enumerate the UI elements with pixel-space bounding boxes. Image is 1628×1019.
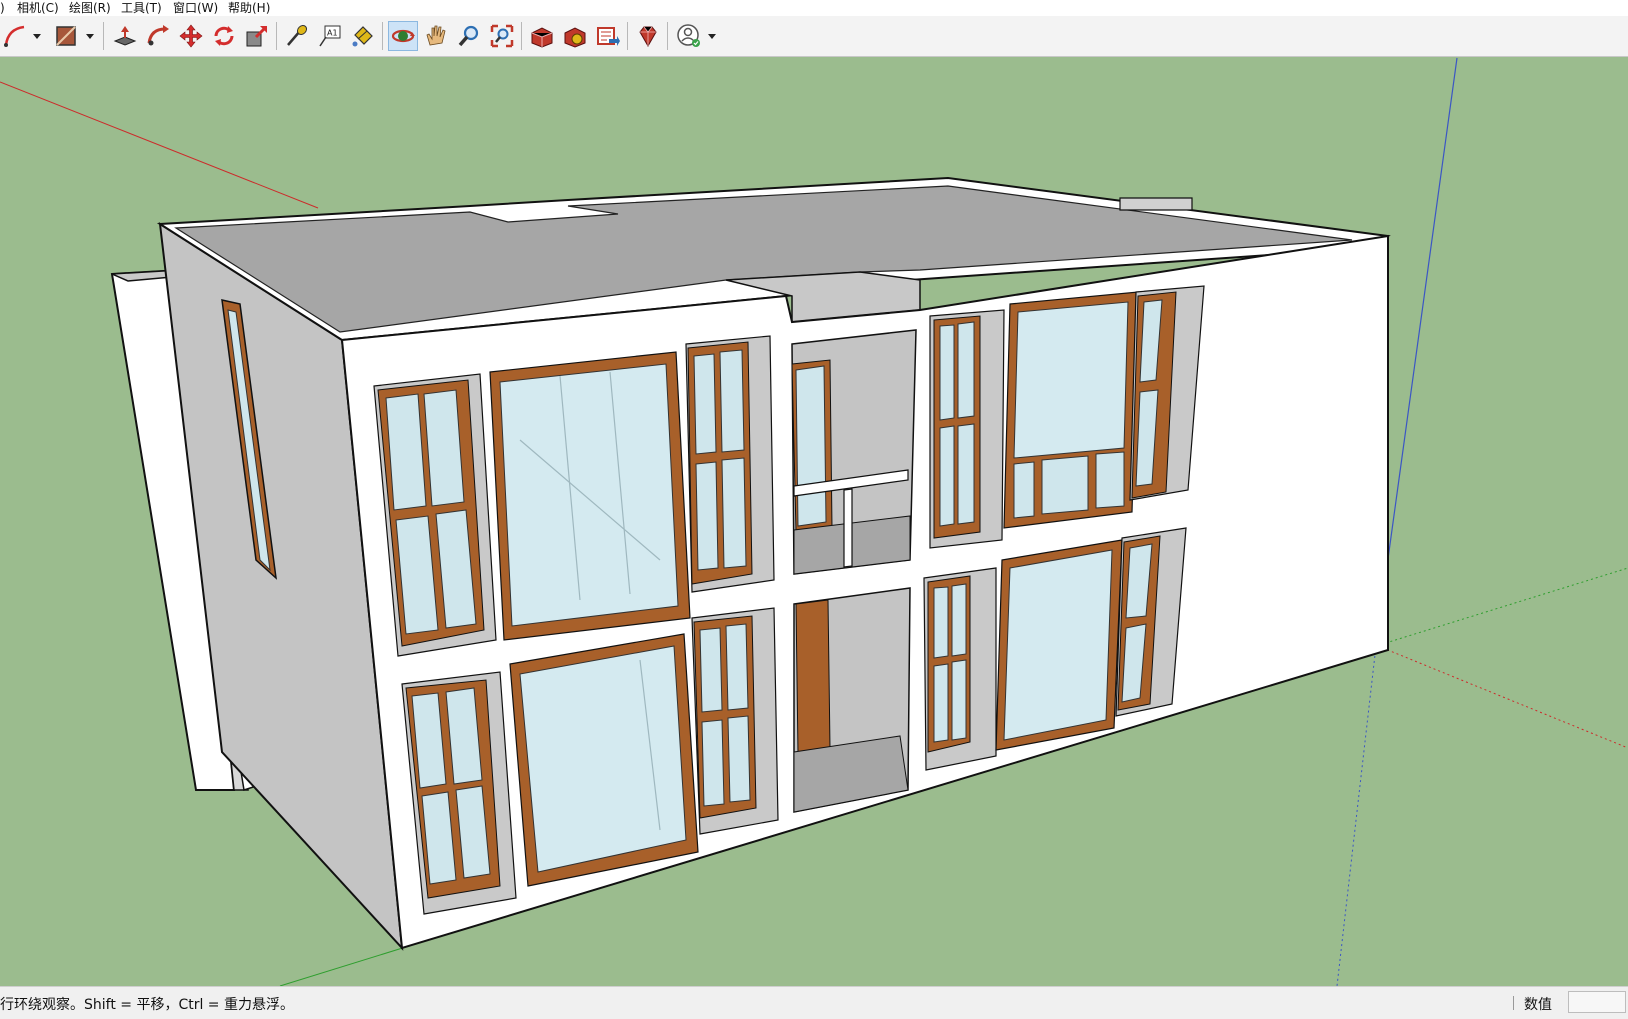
tape-measure-button[interactable]	[282, 21, 312, 51]
orbit-icon	[391, 29, 415, 43]
3d-warehouse-button[interactable]	[527, 21, 557, 51]
menu-bar: ) 相机(C) 绘图(R) 工具(T) 窗口(W) 帮助(H)	[0, 0, 1628, 16]
model-viewport[interactable]	[0, 57, 1628, 986]
follow-me-button[interactable]	[143, 21, 173, 51]
text-tool-glyph: A1	[327, 29, 338, 38]
ruby-console-icon	[639, 26, 657, 48]
lower-window-5	[995, 539, 1123, 751]
upper-window-4	[929, 309, 1005, 549]
lower-window-3	[691, 607, 779, 835]
chevron-down-icon	[33, 34, 41, 39]
paint-bucket-icon	[352, 26, 373, 47]
lower-window-4	[923, 567, 997, 771]
shape-tool-icon	[56, 26, 76, 46]
toolbar-separator	[627, 22, 628, 50]
follow-me-icon	[147, 25, 169, 46]
account-icon	[677, 24, 700, 47]
zoom-tool-button[interactable]	[454, 21, 484, 51]
measurements-label: 数值	[1524, 997, 1552, 1013]
lower-door-opening	[793, 587, 911, 813]
move-icon	[179, 24, 203, 48]
rotate-tool-button[interactable]	[209, 21, 239, 51]
send-to-layout-button[interactable]	[593, 21, 623, 51]
toolbar-separator	[103, 22, 104, 50]
rotate-icon	[214, 26, 234, 46]
arc-tool-button[interactable]	[0, 21, 30, 51]
upper-window-5	[1003, 291, 1139, 529]
text-icon: A1	[319, 25, 341, 47]
main-toolbar: A1	[0, 16, 1628, 57]
menu-window[interactable]: 窗口(W)	[173, 0, 218, 16]
zoom-icon	[458, 25, 479, 47]
upper-window-3	[685, 335, 775, 593]
ruby-console-button[interactable]	[633, 21, 663, 51]
arc-tool-icon	[4, 25, 25, 47]
warehouse-icon	[531, 27, 553, 48]
model-canvas	[0, 57, 1628, 986]
extension-warehouse-icon	[564, 27, 586, 48]
menu-help[interactable]: 帮助(H)	[228, 0, 270, 16]
toolbar-separator	[667, 22, 668, 50]
pan-tool-button[interactable]	[421, 21, 451, 51]
menu-draw[interactable]: 绘图(R)	[69, 0, 111, 16]
arc-tool-dropdown[interactable]	[31, 28, 43, 44]
paint-bucket-button[interactable]	[348, 21, 378, 51]
move-tool-button[interactable]	[176, 21, 206, 51]
menu-tools[interactable]: 工具(T)	[121, 0, 162, 16]
upper-window-2	[489, 351, 691, 641]
toolbar-separator	[521, 22, 522, 50]
menu-view-partial[interactable]: )	[0, 0, 5, 16]
layout-icon	[597, 27, 620, 46]
account-dropdown[interactable]	[706, 28, 718, 44]
menu-camera[interactable]: 相机(C)	[17, 0, 59, 16]
shape-tool-button[interactable]	[51, 21, 81, 51]
zoom-extents-button[interactable]	[487, 21, 517, 51]
account-button[interactable]	[674, 21, 704, 51]
scale-tool-button[interactable]	[242, 21, 272, 51]
status-bar: 行环绕观察。Shift = 平移，Ctrl = 重力悬浮。 数值	[0, 986, 1628, 1019]
upper-balcony-opening	[791, 329, 917, 575]
scale-icon	[246, 25, 268, 47]
chevron-down-icon	[86, 34, 94, 39]
tape-measure-icon	[287, 24, 308, 46]
lower-window-2	[509, 633, 699, 887]
shape-tool-dropdown[interactable]	[84, 28, 96, 44]
push-pull-icon	[113, 26, 137, 46]
toolbar-separator	[382, 22, 383, 50]
toolbar-separator	[276, 22, 277, 50]
zoom-extents-icon	[490, 24, 514, 48]
orbit-tool-button[interactable]	[388, 21, 418, 51]
extension-warehouse-button[interactable]	[560, 21, 590, 51]
pan-icon	[426, 25, 446, 46]
measurements-input[interactable]	[1568, 991, 1626, 1013]
chevron-down-icon	[708, 34, 716, 39]
roof-vent	[1119, 197, 1193, 211]
push-pull-button[interactable]	[110, 21, 140, 51]
status-divider	[1513, 996, 1514, 1010]
status-hint: 行环绕观察。Shift = 平移，Ctrl = 重力悬浮。	[0, 997, 294, 1013]
text-tool-button[interactable]: A1	[315, 21, 345, 51]
